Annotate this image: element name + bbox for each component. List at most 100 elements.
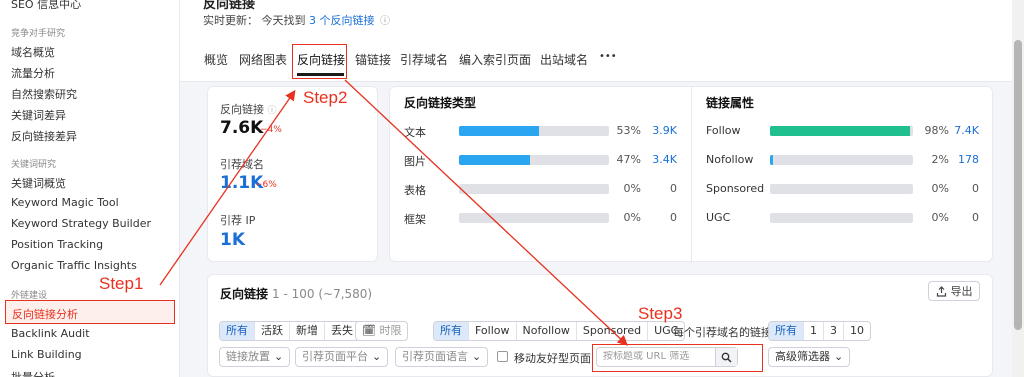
backlink-type-label: 文本 <box>404 126 426 139</box>
chevron-down-icon: ⌄ <box>372 350 382 363</box>
status-filter-new[interactable]: 新增 <box>290 322 325 340</box>
realtime-update: 实时更新： 今天找到 3 个反向链接 ⓘ <box>203 12 390 28</box>
status-filter-lost[interactable]: 丢失 <box>325 322 359 340</box>
backlink-type-label: 框架 <box>404 213 426 226</box>
per-domain-label: 每个引荐域名的链接 <box>673 326 772 339</box>
page-language-dropdown[interactable]: 引荐页面语言 ⌄ <box>395 347 489 367</box>
info-icon[interactable]: ⓘ <box>380 16 390 27</box>
link-attribute-bar-track <box>770 155 913 165</box>
sidebar-item-keyword-gap[interactable]: 关键词差异 <box>11 107 66 123</box>
backlinks-delta: −4% <box>260 125 282 135</box>
sidebar-item-bulk-analysis[interactable]: 批量分析 <box>11 369 55 377</box>
tab-network-graph[interactable]: 网络图表 <box>239 51 287 68</box>
chevron-down-icon: ⌄ <box>472 350 482 363</box>
scrollbar-thumb[interactable] <box>1014 40 1022 330</box>
time-range-button[interactable]: 🗓 时限 <box>355 321 409 341</box>
calendar-icon: 🗓 <box>362 324 376 337</box>
advanced-filters-dropdown[interactable]: 高级筛选器 ⌄ <box>768 347 851 367</box>
per-domain-filter: 所有 1 3 10 <box>768 321 871 341</box>
sidebar-item-keyword-magic-tool[interactable]: Keyword Magic Tool <box>11 196 119 209</box>
link-attribute-count: 0 <box>972 182 979 195</box>
backlinks-value[interactable]: 7.6K <box>220 118 263 138</box>
ref-ip-label: 引荐 IP <box>220 214 256 227</box>
page-scrollbar[interactable] <box>1012 0 1024 377</box>
result-range: 1 - 100 (~7,580) <box>272 287 373 301</box>
backlink-type-count: 0 <box>670 211 677 224</box>
link-attribute-bar-track <box>770 126 913 136</box>
realtime-prefix: 实时更新： <box>203 14 258 27</box>
step1-annotation: Step1 <box>99 274 144 293</box>
ref-domains-delta: −6% <box>255 180 277 190</box>
link-attribute-count[interactable]: 7.4K <box>939 124 979 137</box>
sidebar-item-label: 反向链接分析 <box>12 308 78 321</box>
status-filter-active[interactable]: 活跃 <box>255 322 290 340</box>
status-filter-all[interactable]: 所有 <box>220 322 255 340</box>
link-attributes-title: 链接属性 <box>706 96 755 110</box>
tab-overview[interactable]: 概览 <box>204 51 228 68</box>
sidebar-item-organic-research[interactable]: 自然搜索研究 <box>11 86 77 102</box>
sidebar-group-keyword: 关键词研究 <box>11 160 57 170</box>
sidebar-item-keyword-overview[interactable]: 关键词概览 <box>11 175 66 191</box>
page-title: 反向链接 <box>203 0 256 12</box>
attr-filter-sponsored[interactable]: Sponsored <box>577 322 649 340</box>
sidebar-item-keyword-strategy-builder[interactable]: Keyword Strategy Builder <box>11 217 151 230</box>
link-attribute-count: 0 <box>972 211 979 224</box>
link-attribute-count[interactable]: 178 <box>939 153 979 166</box>
mobile-friendly-label: 移动友好型页面 <box>514 352 591 365</box>
new-backlinks-link[interactable]: 3 个反向链接 <box>309 14 375 27</box>
link-attribute-label: Follow <box>706 124 741 137</box>
link-placement-dropdown[interactable]: 链接放置 ⌄ <box>219 347 291 367</box>
backlink-type-bar-fill <box>459 155 530 165</box>
link-attribute-bar-track <box>770 184 913 194</box>
tab-anchors[interactable]: 锚链接 <box>355 51 391 68</box>
backlink-type-count: 0 <box>670 182 677 195</box>
sidebar-group-competitor: 竞争对手研究 <box>11 29 66 39</box>
attr-filter-nofollow[interactable]: Nofollow <box>517 322 577 340</box>
backlinks-label: 反向链接 ⓘ <box>220 103 277 116</box>
attribute-filter: 所有 Follow Nofollow Sponsored UGC <box>433 321 686 341</box>
attr-filter-follow[interactable]: Follow <box>469 322 517 340</box>
link-attribute-bar-track <box>770 213 913 223</box>
sidebar-item-backlink-gap[interactable]: 反向链接差异 <box>11 128 77 144</box>
summary-card: 反向链接 ⓘ 7.6K −4% 引荐域名 1.1K −6% 引荐 IP 1K <box>207 86 378 262</box>
realtime-text: 今天找到 <box>261 14 306 27</box>
backlink-type-bar-track <box>459 126 609 136</box>
sidebar: SEO 信息中心 竞争对手研究 域名概览 流量分析 自然搜索研究 关键词差异 反… <box>0 0 180 377</box>
tab-outbound-domains[interactable]: 出站域名 <box>540 51 588 68</box>
backlink-type-bar-track <box>459 155 609 165</box>
page-platform-dropdown[interactable]: 引荐页面平台 ⌄ <box>295 347 389 367</box>
link-attribute-bar-fill <box>770 126 910 136</box>
backlinks-table-title: 反向链接 1 - 100 (~7,580) <box>220 287 373 301</box>
export-button[interactable]: 导出 <box>928 281 980 301</box>
per-domain-10[interactable]: 10 <box>844 322 870 340</box>
mobile-friendly-checkbox[interactable] <box>497 351 508 362</box>
backlink-type-count[interactable]: 3.4K <box>637 153 677 166</box>
per-domain-1[interactable]: 1 <box>804 322 824 340</box>
backlink-type-bar-track <box>459 184 609 194</box>
link-attribute-label: Sponsored <box>706 182 765 195</box>
link-attribute-bar-fill <box>770 155 773 165</box>
info-icon[interactable]: ⓘ <box>268 106 277 116</box>
ref-ip-value[interactable]: 1K <box>220 230 245 250</box>
tab-indexed-pages[interactable]: 编入索引页面 <box>459 51 531 68</box>
attr-filter-all[interactable]: 所有 <box>434 322 469 340</box>
backlink-type-label: 表格 <box>404 184 426 197</box>
divider <box>691 87 692 263</box>
sidebar-item-organic-traffic-insights[interactable]: Organic Traffic Insights <box>11 259 137 272</box>
sidebar-item-backlink-analytics[interactable]: 反向链接分析 <box>5 300 175 324</box>
step2-annotation: Step2 <box>303 88 348 107</box>
step3-annotation: Step3 <box>638 304 683 323</box>
sidebar-item-traffic-analytics[interactable]: 流量分析 <box>11 65 55 81</box>
sidebar-item-seo-dashboard[interactable]: SEO 信息中心 <box>11 0 81 12</box>
per-domain-all[interactable]: 所有 <box>769 322 804 340</box>
more-tabs-icon[interactable]: ••• <box>599 51 617 62</box>
backlink-type-count[interactable]: 3.9K <box>637 124 677 137</box>
sidebar-item-link-building[interactable]: Link Building <box>11 348 82 361</box>
sidebar-item-backlink-audit[interactable]: Backlink Audit <box>11 327 90 340</box>
sidebar-item-position-tracking[interactable]: Position Tracking <box>11 238 103 251</box>
sidebar-item-domain-overview[interactable]: 域名概览 <box>11 44 55 60</box>
per-domain-3[interactable]: 3 <box>824 322 844 340</box>
status-filter: 所有 活跃 新增 丢失 <box>219 321 360 341</box>
tab-referring-domains[interactable]: 引荐域名 <box>400 51 448 68</box>
link-attribute-label: Nofollow <box>706 153 754 166</box>
